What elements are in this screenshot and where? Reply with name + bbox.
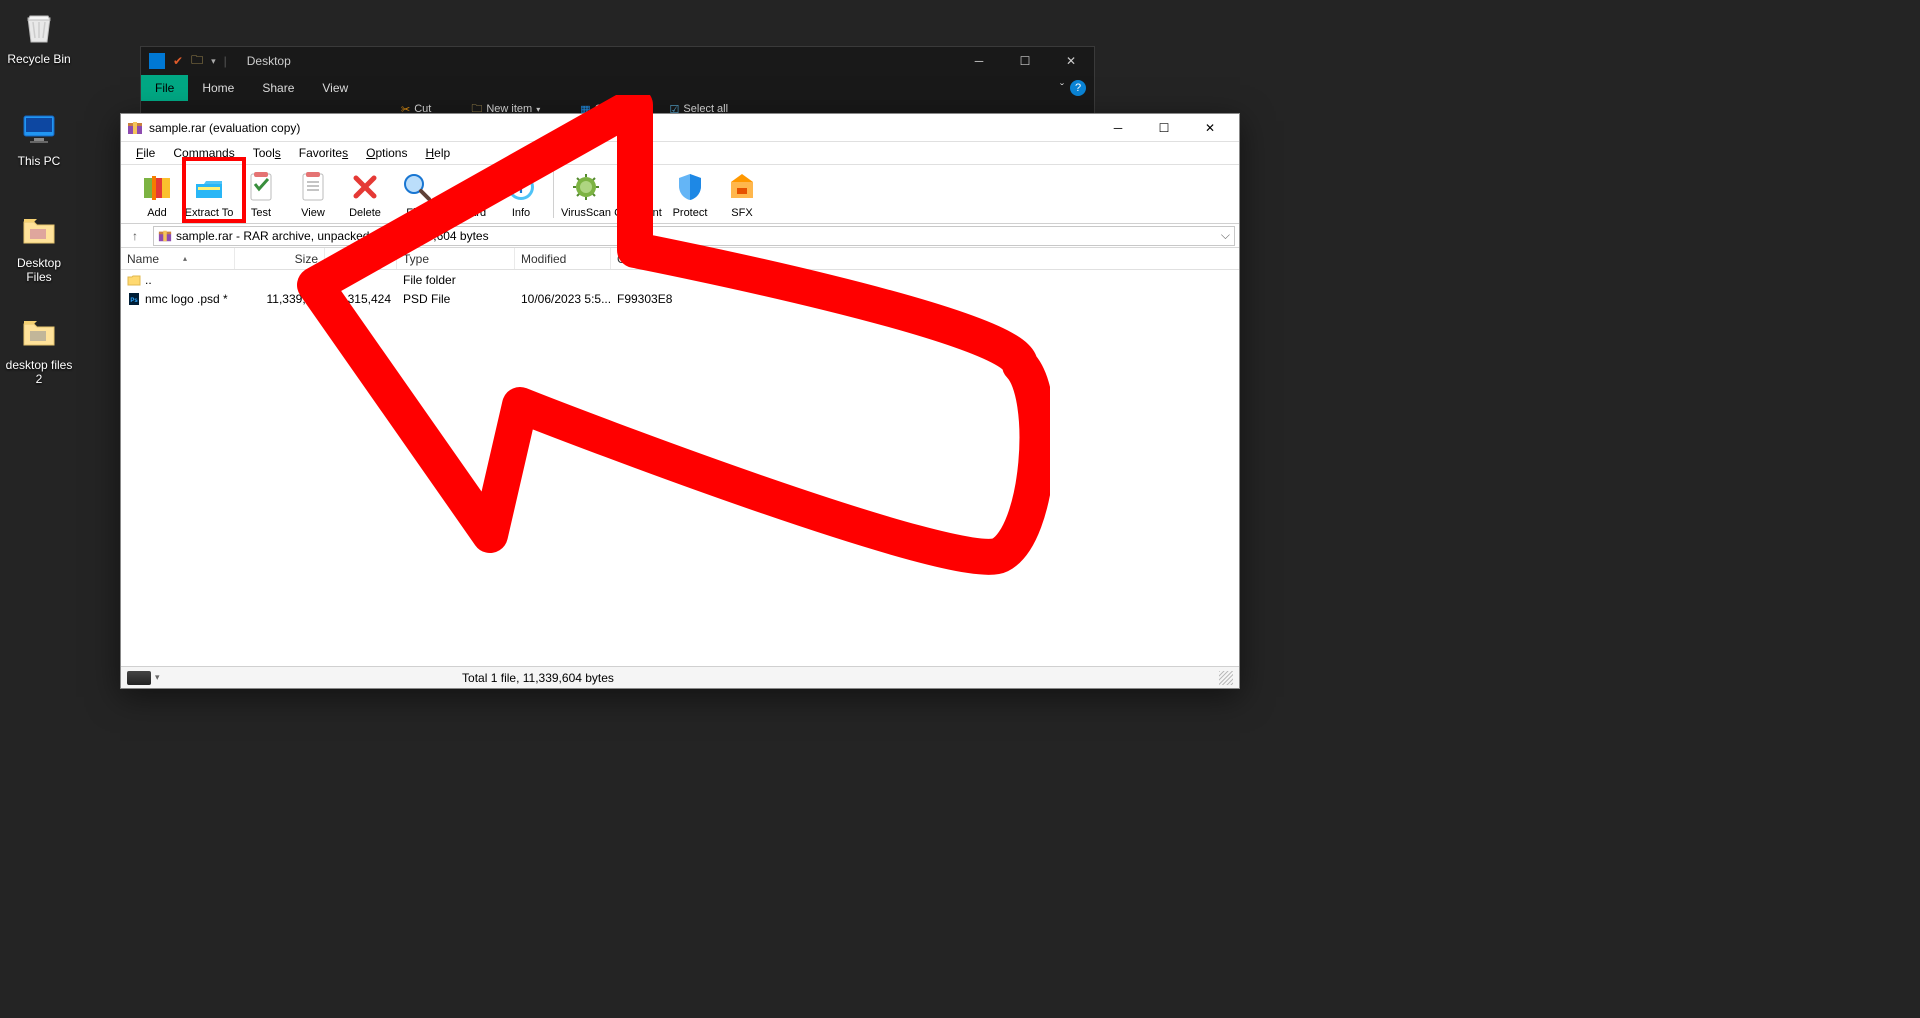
delete-icon [347, 169, 383, 205]
tab-share[interactable]: Share [248, 75, 308, 101]
help-icon[interactable]: ? [1070, 80, 1086, 96]
menu-favorites[interactable]: Favorites [290, 144, 357, 162]
explorer-ribbon-tabs: File Home Share View ˇ ? [141, 75, 1094, 101]
svg-text:i: i [519, 180, 523, 197]
winrar-titlebar[interactable]: sample.rar (evaluation copy) ─ ☐ ✕ [121, 114, 1239, 142]
winrar-addressbar: ↑ sample.rar - RAR archive, unpacked siz… [121, 224, 1239, 248]
maximize-button[interactable]: ☐ [1141, 115, 1187, 141]
desktop-icon-recycle-bin[interactable]: Recycle Bin [4, 6, 74, 66]
this-pc-icon [18, 108, 60, 150]
menu-help[interactable]: Help [416, 144, 459, 162]
folder-icon [127, 273, 141, 287]
folder-icon [18, 312, 60, 354]
tab-file[interactable]: File [141, 75, 188, 101]
winrar-menubar: File Commands Tools Favorites Options He… [121, 142, 1239, 164]
desktop-icon-this-pc[interactable]: This PC [4, 108, 74, 168]
up-button[interactable]: ↑ [121, 229, 149, 243]
psd-file-icon: Ps [127, 292, 141, 306]
minimize-button[interactable]: ─ [956, 47, 1002, 75]
toolbar-virusscan[interactable]: VirusScan [560, 169, 612, 219]
find-icon [399, 169, 435, 205]
address-dropdown-icon[interactable]: ⌵ [1221, 228, 1230, 243]
qat-dropdown-icon[interactable]: ▾ [211, 56, 216, 67]
column-name[interactable]: Name▴ [121, 248, 235, 269]
list-item[interactable]: Psnmc logo .psd * 11,339,6.. 6,315,424 P… [121, 289, 1239, 308]
add-icon [139, 169, 175, 205]
address-text: sample.rar - RAR archive, unpacked size … [176, 229, 489, 243]
qat-folder-icon: 🗀 [191, 51, 203, 72]
winrar-window: sample.rar (evaluation copy) ─ ☐ ✕ File … [120, 113, 1240, 689]
wizard-icon [451, 169, 487, 205]
address-field[interactable]: sample.rar - RAR archive, unpacked size … [153, 226, 1235, 246]
disk-icon [127, 671, 151, 685]
maximize-button[interactable]: ☐ [1002, 47, 1048, 75]
file-list-header: Name▴ Size Packed Type Modified Checksum [121, 248, 1239, 270]
column-packed[interactable]: Packed [325, 248, 397, 269]
folder-icon [18, 210, 60, 252]
info-icon: i [503, 169, 539, 205]
resize-grip[interactable] [1219, 671, 1233, 685]
file-list: .. File folder Psnmc logo .psd * 11,339,… [121, 270, 1239, 666]
menu-file[interactable]: File [127, 144, 164, 162]
column-modified[interactable]: Modified [515, 248, 611, 269]
annotation-highlight [182, 157, 246, 223]
desktop-icon-label: Desktop Files [4, 256, 74, 284]
close-button[interactable]: ✕ [1187, 115, 1233, 141]
winrar-app-icon [127, 120, 143, 136]
column-type[interactable]: Type [397, 248, 515, 269]
toolbar-sfx[interactable]: SFX [716, 169, 768, 219]
desktop-icon-label: This PC [4, 154, 74, 168]
minimize-button[interactable]: ─ [1095, 115, 1141, 141]
test-icon [243, 169, 279, 205]
explorer-title: Desktop [235, 54, 291, 68]
status-text: Total 1 file, 11,339,604 bytes [462, 671, 614, 685]
toolbar-protect[interactable]: Protect [664, 169, 716, 219]
toolbar-find[interactable]: Find [391, 169, 443, 219]
ribbon-collapse-icon[interactable]: ˇ [1060, 81, 1064, 95]
toolbar-view[interactable]: View [287, 169, 339, 219]
column-checksum[interactable]: Checksum [611, 248, 711, 269]
toolbar-info[interactable]: i Info [495, 169, 547, 219]
winrar-title: sample.rar (evaluation copy) [149, 121, 300, 135]
comment-icon [620, 169, 656, 205]
explorer-titlebar[interactable]: ✔ 🗀 ▾ | Desktop ─ ☐ ✕ [141, 47, 1094, 75]
protect-icon [672, 169, 708, 205]
tab-view[interactable]: View [308, 75, 362, 101]
toolbar-comment[interactable]: Comment [612, 169, 664, 219]
column-size[interactable]: Size [235, 248, 325, 269]
desktop-icon-label: Recycle Bin [4, 52, 74, 66]
archive-icon [158, 229, 172, 243]
winrar-statusbar: ▾ Total 1 file, 11,339,604 bytes [121, 666, 1239, 688]
close-button[interactable]: ✕ [1048, 47, 1094, 75]
menu-options[interactable]: Options [357, 144, 416, 162]
explorer-app-icon [149, 53, 165, 69]
menu-tools[interactable]: Tools [244, 144, 290, 162]
qat-check-icon: ✔ [173, 54, 183, 68]
tab-home[interactable]: Home [188, 75, 248, 101]
virusscan-icon [568, 169, 604, 205]
recycle-bin-icon [18, 6, 60, 48]
sfx-icon [724, 169, 760, 205]
winrar-toolbar: Add Extract To Test View Delete Find Wiz… [121, 164, 1239, 224]
toolbar-wizard[interactable]: Wizard [443, 169, 495, 219]
file-explorer-window: ✔ 🗀 ▾ | Desktop ─ ☐ ✕ File Home Share Vi… [140, 46, 1095, 116]
toolbar-delete[interactable]: Delete [339, 169, 391, 219]
desktop-icon-desktop-files-2[interactable]: desktop files 2 [4, 312, 74, 386]
disk-dropdown-icon[interactable]: ▾ [155, 672, 160, 683]
svg-text:Ps: Ps [130, 298, 138, 304]
desktop-icon-label: desktop files 2 [4, 358, 74, 386]
list-item-parent[interactable]: .. File folder [121, 270, 1239, 289]
view-icon [295, 169, 331, 205]
toolbar-add[interactable]: Add [131, 169, 183, 219]
desktop-icon-desktop-files[interactable]: Desktop Files [4, 210, 74, 284]
